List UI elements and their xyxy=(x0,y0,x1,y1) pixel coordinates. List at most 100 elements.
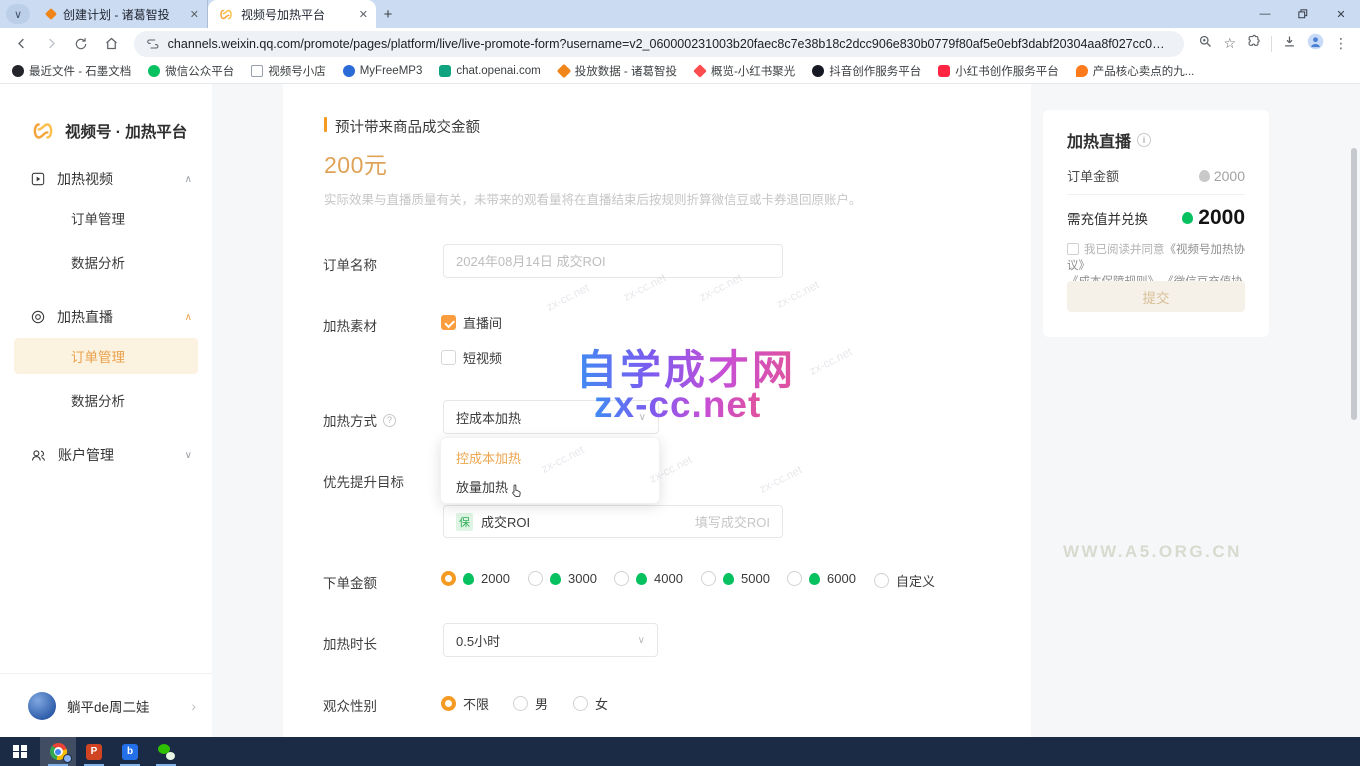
home-icon[interactable] xyxy=(98,31,124,57)
url-bar[interactable]: channels.weixin.qq.com/promote/pages/pla… xyxy=(134,30,1185,57)
gender-option-male[interactable]: 男 xyxy=(513,694,548,713)
recharge-value: 2000 xyxy=(1198,206,1245,229)
coin-bean-icon xyxy=(636,572,647,585)
coin-bean-icon xyxy=(1182,212,1194,224)
radio-selected-icon[interactable] xyxy=(441,696,456,711)
bookmark-star-icon[interactable]: ☆ xyxy=(1223,35,1236,52)
order-name-input[interactable] xyxy=(444,245,782,277)
platform-logo-text: 视频号 · 加热平台 xyxy=(65,124,188,141)
forward-icon[interactable] xyxy=(38,31,64,57)
live-circle-icon xyxy=(31,310,45,324)
page-scrollbar[interactable] xyxy=(1351,148,1357,420)
heat-mode-select[interactable]: 控成本加热 ∨ xyxy=(443,400,659,434)
material-option-live[interactable]: 直播间 xyxy=(441,313,502,332)
checkbox-checked-icon[interactable] xyxy=(441,315,456,330)
nav-live-data-analysis[interactable]: 数据分析 xyxy=(14,382,198,418)
zoom-icon[interactable] xyxy=(1198,34,1213,54)
roi-goal-field[interactable]: 保 成交ROI 填写成交ROI xyxy=(443,505,783,538)
bookmark-xhs-spotlight[interactable]: 概览-小红书聚光 xyxy=(693,63,795,79)
tab-close-icon[interactable]: ✕ xyxy=(359,8,368,21)
bookmark-zhuge-data[interactable]: 投放数据 - 诸葛智投 xyxy=(556,63,677,79)
sidebar-user[interactable]: 躺平de周二娃 › xyxy=(0,673,212,737)
order-amount-label: 订单金额 xyxy=(1067,169,1120,184)
xiaohongshu-icon xyxy=(938,65,951,77)
flame-icon xyxy=(1075,65,1088,77)
bookmark-mp-weixin[interactable]: 微信公众平台 xyxy=(148,63,234,79)
window-close-button[interactable]: ✕ xyxy=(1322,0,1360,28)
help-icon[interactable]: ? xyxy=(383,413,396,427)
bookmark-myfreemp3[interactable]: MyFreeMP3 xyxy=(342,65,422,77)
bookmark-douyin-creator[interactable]: 抖音创作服务平台 xyxy=(812,63,921,79)
tab-search-button[interactable]: ∨ xyxy=(6,4,30,24)
bookmark-product-points[interactable]: 产品核心卖点的九... xyxy=(1075,63,1194,79)
radio-icon[interactable] xyxy=(528,571,543,586)
taskbar-chrome[interactable] xyxy=(40,737,76,766)
amount-option-6000[interactable]: 6000 xyxy=(787,571,856,586)
amount-option-custom[interactable]: 自定义 xyxy=(874,571,935,590)
watermark-corner: WWW.A5.ORG.CN xyxy=(1063,542,1242,561)
nav-live-order-management-active[interactable]: 订单管理 xyxy=(14,338,198,374)
coin-bean-gray-icon xyxy=(1198,169,1210,182)
gender-option-any-selected[interactable]: 不限 xyxy=(441,694,489,713)
radio-icon[interactable] xyxy=(787,571,802,586)
submit-button[interactable]: 提交 xyxy=(1067,281,1245,312)
amount-option-2000-selected[interactable]: 2000 xyxy=(441,571,510,586)
amount-option-3000[interactable]: 3000 xyxy=(528,571,597,586)
browser-tab-2-active[interactable]: 视频号加热平台 ✕ xyxy=(208,0,376,28)
coin-bean-icon xyxy=(550,572,561,585)
dropdown-option-cost-control[interactable]: 控成本加热 xyxy=(441,443,659,472)
wechat-icon xyxy=(157,743,175,760)
tab-close-icon[interactable]: ✕ xyxy=(190,8,199,21)
radio-selected-icon[interactable] xyxy=(441,571,456,586)
dropdown-option-volume[interactable]: 放量加热 xyxy=(441,472,659,501)
new-tab-button[interactable]: + xyxy=(376,2,400,26)
site-info-icon[interactable] xyxy=(146,37,160,51)
browser-menu-icon[interactable]: ⋮ xyxy=(1334,35,1348,52)
bookmark-xhs-creator[interactable]: 小红书创作服务平台 xyxy=(938,63,1059,79)
recharge-row: 需充值并兑换 2000 xyxy=(1067,206,1245,230)
nav-account-management[interactable]: 账户管理 ∨ xyxy=(30,442,198,468)
nav-heat-video[interactable]: 加热视频 ∧ xyxy=(30,166,198,192)
checkbox-icon[interactable] xyxy=(441,350,456,365)
browser-tab-1[interactable]: 创建计划 - 诸葛智投 ✕ xyxy=(36,0,208,28)
radio-icon[interactable] xyxy=(874,573,889,588)
info-icon[interactable]: i xyxy=(1137,133,1152,147)
gender-option-female[interactable]: 女 xyxy=(573,694,608,713)
material-option-short-video[interactable]: 短视频 xyxy=(441,348,502,367)
duration-select[interactable]: 0.5小时 ∨ xyxy=(443,623,658,657)
nav-video-order-management[interactable]: 订单管理 xyxy=(14,200,198,236)
reload-icon[interactable] xyxy=(68,31,94,57)
tab-title: 创建计划 - 诸葛智投 xyxy=(63,7,170,22)
bookmark-shimo[interactable]: 最近文件 - 石墨文档 xyxy=(12,63,131,79)
amount-option-5000[interactable]: 5000 xyxy=(701,571,770,586)
radio-icon[interactable] xyxy=(614,571,629,586)
taskbar-powerpoint[interactable]: P xyxy=(76,737,112,766)
chevron-up-icon: ∧ xyxy=(184,173,192,185)
taskbar-wechat[interactable] xyxy=(148,737,184,766)
radio-icon[interactable] xyxy=(513,696,528,711)
start-button[interactable] xyxy=(0,737,40,766)
taskbar-blue-app[interactable]: b xyxy=(112,737,148,766)
profile-avatar-icon[interactable] xyxy=(1307,33,1324,55)
user-name: 躺平de周二娃 xyxy=(67,699,150,715)
bookmark-channels-shop[interactable]: 视频号小店 xyxy=(251,63,326,79)
order-name-label: 订单名称 xyxy=(323,258,377,273)
agreement-checkbox[interactable] xyxy=(1067,243,1079,255)
windows-taskbar: P b xyxy=(0,737,1360,766)
nav-video-data-analysis[interactable]: 数据分析 xyxy=(14,244,198,280)
chevron-right-icon: › xyxy=(191,697,196,714)
downloads-icon[interactable] xyxy=(1282,34,1297,54)
chevron-up-icon: ∧ xyxy=(184,311,192,323)
radio-icon[interactable] xyxy=(701,571,716,586)
extensions-icon[interactable] xyxy=(1246,34,1261,54)
window-minimize-button[interactable]: — xyxy=(1246,0,1284,28)
window-restore-button[interactable] xyxy=(1284,0,1322,28)
panel-divider xyxy=(1067,194,1245,195)
bookmark-chat-openai[interactable]: chat.openai.com xyxy=(439,65,541,77)
nav-heat-live[interactable]: 加热直播 ∧ xyxy=(30,304,198,330)
order-summary-panel: 加热直播 i 订单金额 2000 需充值并兑换 2000 我已阅读并同意《视频号… xyxy=(1043,110,1269,337)
amount-option-4000[interactable]: 4000 xyxy=(614,571,683,586)
radio-icon[interactable] xyxy=(573,696,588,711)
order-name-field[interactable] xyxy=(443,244,783,278)
back-icon[interactable] xyxy=(8,31,34,57)
